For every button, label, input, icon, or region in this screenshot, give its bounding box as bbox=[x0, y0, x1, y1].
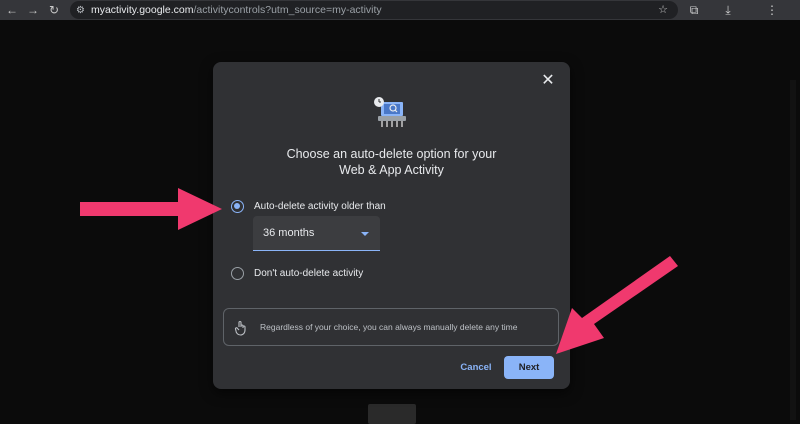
menu-icon[interactable]: ⋮ bbox=[764, 0, 780, 20]
no-auto-delete-option[interactable]: Don't auto-delete activity bbox=[231, 267, 363, 280]
info-notice: Regardless of your choice, you can alway… bbox=[223, 308, 559, 346]
annotation-arrow-right-icon bbox=[80, 188, 222, 230]
url-host: myactivity.google.com bbox=[90, 4, 194, 16]
back-icon[interactable]: ← bbox=[3, 0, 21, 20]
scrollbar-track bbox=[790, 80, 796, 420]
auto-delete-label: Auto-delete activity older than bbox=[254, 201, 386, 212]
dropdown-caret-icon bbox=[361, 232, 369, 236]
auto-delete-dialog: ✕ Choose an auto-delete option for your … bbox=[213, 62, 570, 389]
site-settings-icon[interactable]: ⚙ bbox=[76, 5, 85, 16]
extensions-icon[interactable]: ⧉ bbox=[686, 0, 702, 20]
forward-icon[interactable]: → bbox=[24, 0, 42, 20]
browser-toolbar: ← → ↻ ⚙ myactivity.google.com/activityco… bbox=[0, 0, 800, 20]
next-button[interactable]: Next bbox=[504, 356, 554, 379]
download-icon[interactable]: ⤓ bbox=[720, 0, 736, 20]
heading-line-2: Web & App Activity bbox=[339, 163, 444, 177]
annotation-arrow-diagonal-icon bbox=[556, 256, 678, 354]
auto-delete-radio[interactable] bbox=[231, 200, 244, 213]
reload-icon[interactable]: ↻ bbox=[45, 0, 63, 20]
period-select[interactable]: 36 months bbox=[253, 216, 380, 251]
background-thumbnail bbox=[368, 404, 416, 424]
address-bar[interactable]: ⚙ myactivity.google.com/activitycontrols… bbox=[70, 1, 678, 19]
cancel-button[interactable]: Cancel bbox=[456, 357, 496, 379]
star-icon[interactable]: ☆ bbox=[658, 3, 668, 16]
no-auto-delete-radio[interactable] bbox=[231, 267, 244, 280]
hand-touch-icon bbox=[234, 320, 246, 336]
dialog-heading: Choose an auto-delete option for your We… bbox=[213, 146, 570, 178]
url-path: /activitycontrols?utm_source=my-activity bbox=[193, 4, 382, 16]
auto-delete-option[interactable]: Auto-delete activity older than bbox=[231, 200, 386, 213]
auto-delete-illustration-icon bbox=[374, 97, 406, 127]
heading-line-1: Choose an auto-delete option for your bbox=[286, 147, 497, 161]
no-auto-delete-label: Don't auto-delete activity bbox=[254, 268, 364, 279]
close-button[interactable]: ✕ bbox=[538, 71, 558, 91]
period-select-value: 36 months bbox=[263, 227, 315, 239]
info-text: Regardless of your choice, you can alway… bbox=[260, 322, 518, 332]
